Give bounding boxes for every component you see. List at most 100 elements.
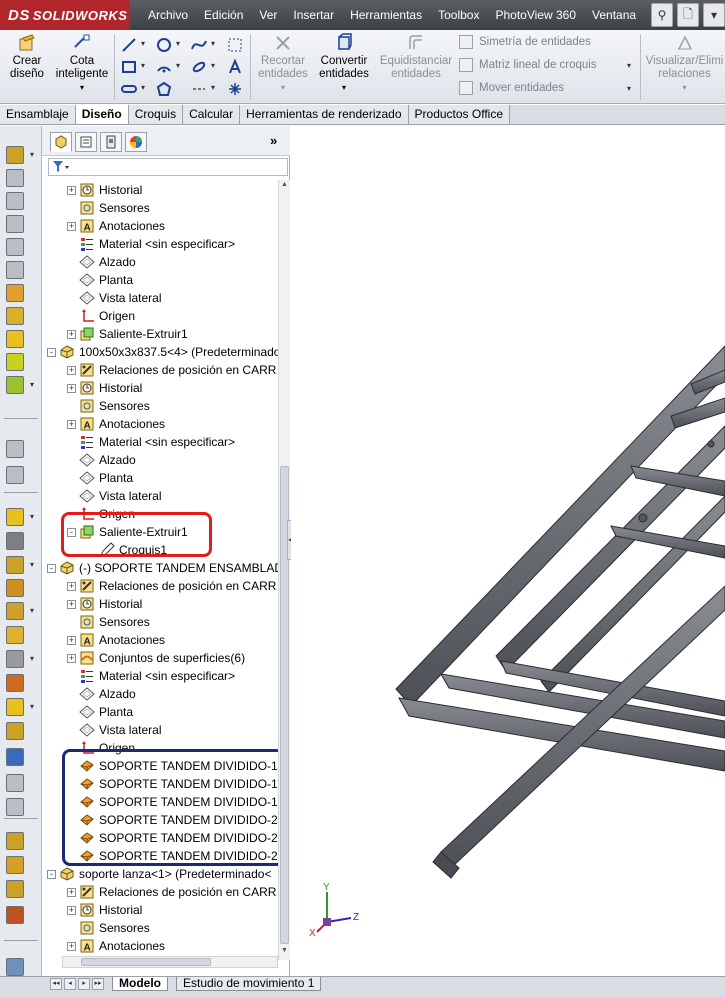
prev-tab-icon[interactable]: ◂ bbox=[64, 978, 76, 990]
tree-row[interactable]: Material <sin especificar> bbox=[67, 235, 235, 253]
physical-simulation-dropdown-arrow[interactable]: ▾ bbox=[30, 654, 34, 663]
performance-evaluation-icon[interactable] bbox=[6, 880, 24, 898]
view-orientation-icon[interactable] bbox=[6, 602, 24, 620]
expand-icon[interactable]: + bbox=[67, 581, 76, 591]
instant3d-dropdown-arrow[interactable]: ▾ bbox=[30, 560, 34, 569]
tree-row[interactable]: Material <sin especificar> bbox=[67, 667, 235, 685]
expand-icon[interactable]: + bbox=[67, 599, 76, 609]
mover-dropdown-arrow[interactable]: ▾ bbox=[627, 84, 631, 93]
graphics-area[interactable]: Y Z X bbox=[291, 126, 725, 976]
collapse-icon[interactable]: - bbox=[47, 869, 56, 879]
tree-row[interactable]: + Relaciones de posición en CARR bbox=[67, 361, 276, 379]
evaluate-icon[interactable] bbox=[6, 722, 24, 740]
tree-row[interactable]: + Historial bbox=[67, 379, 142, 397]
convertir-entidades-button[interactable]: Convertir entidades ▾ bbox=[316, 33, 372, 94]
insert-component-icon[interactable] bbox=[6, 146, 24, 164]
expand-icon[interactable]: + bbox=[67, 941, 76, 951]
tree-row[interactable]: Sensores bbox=[67, 397, 150, 415]
section-properties-icon[interactable] bbox=[6, 798, 24, 816]
tree-row[interactable]: Planta bbox=[67, 469, 133, 487]
tab-herramientas-de-renderizado[interactable]: Herramientas de renderizado bbox=[240, 105, 409, 124]
reference-geometry-icon[interactable] bbox=[6, 307, 24, 325]
tree-row[interactable]: Alzado bbox=[67, 253, 136, 271]
next-tab-icon[interactable]: ▸ bbox=[78, 978, 90, 990]
snapshot-icon[interactable] bbox=[6, 579, 24, 597]
tree-row[interactable]: + Historial bbox=[67, 181, 142, 199]
tree-row[interactable]: + Historial bbox=[67, 901, 142, 919]
new-motion-study-icon[interactable] bbox=[6, 330, 24, 348]
polygon-tool-icon[interactable] bbox=[155, 80, 173, 98]
tab-croquis[interactable]: Croquis bbox=[128, 105, 184, 124]
view-orientation-dropdown-arrow[interactable]: ▾ bbox=[30, 606, 34, 615]
spline-dropdown-arrow[interactable]: ▾ bbox=[211, 39, 215, 48]
rebuild-dropdown-arrow[interactable]: ▾ bbox=[30, 702, 34, 711]
expand-icon[interactable]: + bbox=[67, 383, 76, 393]
tree-row[interactable]: Alzado bbox=[67, 451, 136, 469]
menu-item-photoview-360[interactable]: PhotoView 360 bbox=[487, 0, 584, 30]
physical-simulation-icon[interactable] bbox=[6, 650, 24, 668]
tree-row[interactable]: + A Anotaciones bbox=[67, 631, 165, 649]
tree-row[interactable]: + Saliente-Extruir1 bbox=[67, 325, 188, 343]
rectangle-dropdown-arrow[interactable]: ▾ bbox=[141, 61, 145, 70]
tree-row[interactable]: Origen bbox=[67, 307, 135, 325]
exploded-view-icon[interactable] bbox=[6, 376, 24, 394]
tree-row[interactable]: Vista lateral bbox=[67, 487, 161, 505]
collapse-icon[interactable]: - bbox=[47, 347, 56, 357]
new-document-dropdown-icon[interactable]: ▾ bbox=[703, 3, 725, 27]
slot-dropdown-arrow[interactable]: ▾ bbox=[141, 83, 145, 92]
centerline-tool-icon[interactable] bbox=[190, 80, 208, 98]
instant3d-icon[interactable] bbox=[6, 556, 24, 574]
tab-dise-o[interactable]: Diseño bbox=[75, 105, 129, 124]
scroll-up-arrow[interactable]: ▲ bbox=[279, 181, 290, 193]
menu-item-toolbox[interactable]: Toolbox bbox=[430, 0, 487, 30]
tree-component-node[interactable]: - 100x50x3x837.5<4> (Predeterminado bbox=[47, 343, 278, 361]
clearance-verification-icon[interactable] bbox=[6, 466, 24, 484]
equidistanciar-entidades-button[interactable]: Equidistanciar entidades bbox=[377, 33, 455, 81]
check-icon[interactable] bbox=[6, 832, 24, 850]
sketch-toolbar-icon[interactable] bbox=[6, 958, 24, 976]
exploded-view-dropdown-arrow[interactable]: ▾ bbox=[30, 380, 34, 389]
tree-vertical-scrollbar[interactable]: ▲ ▼ bbox=[278, 180, 290, 960]
interference-detection-icon[interactable] bbox=[6, 440, 24, 458]
text-tool-icon[interactable] bbox=[226, 58, 244, 76]
tree-row[interactable]: + Relaciones de posición en CARR bbox=[67, 577, 276, 595]
feature-filter-field[interactable] bbox=[48, 158, 288, 176]
cota-inteligente-button[interactable]: Cota inteligente ▾ bbox=[52, 33, 112, 94]
visualizar-relaciones-button[interactable]: Visualizar/Elimi relaciones ▾ bbox=[644, 33, 725, 94]
tree-row[interactable]: + Conjuntos de superficies(6) bbox=[67, 649, 245, 667]
matriz-dropdown-arrow[interactable]: ▾ bbox=[627, 61, 631, 70]
expand-icon[interactable]: + bbox=[67, 221, 76, 231]
line-dropdown-arrow[interactable]: ▾ bbox=[141, 39, 145, 48]
circle-dropdown-arrow[interactable]: ▾ bbox=[176, 39, 180, 48]
bill-of-materials-icon[interactable] bbox=[6, 353, 24, 371]
insert-component-dropdown-arrow[interactable]: ▾ bbox=[30, 150, 34, 159]
tree-row[interactable]: Vista lateral bbox=[67, 289, 161, 307]
edit-component-icon[interactable] bbox=[6, 532, 24, 550]
simetria-entidades-button[interactable]: Simetría de entidades bbox=[459, 35, 591, 49]
line-tool-icon[interactable] bbox=[120, 36, 138, 54]
solidworks-logo[interactable]: DS SOLIDWORKS bbox=[0, 0, 130, 30]
tab-calcular[interactable]: Calcular bbox=[183, 105, 241, 124]
arc-dropdown-arrow[interactable]: ▾ bbox=[176, 61, 180, 70]
tree-row[interactable]: Planta bbox=[67, 271, 133, 289]
horizontal-scroll-thumb[interactable] bbox=[81, 958, 211, 966]
tab-estudio-movimiento[interactable]: Estudio de movimiento 1 bbox=[176, 977, 322, 991]
collapse-icon[interactable]: - bbox=[47, 563, 56, 573]
configuration-manager-tab[interactable] bbox=[100, 132, 122, 152]
move-component-icon[interactable] bbox=[6, 238, 24, 256]
new-document-icon[interactable]: 🗋 bbox=[677, 3, 699, 27]
menu-item-herramientas[interactable]: Herramientas bbox=[342, 0, 430, 30]
tree-row[interactable]: + Historial bbox=[67, 595, 142, 613]
rectangle-tool-icon[interactable] bbox=[120, 58, 138, 76]
hide-show-dropdown-arrow[interactable]: ▾ bbox=[30, 512, 34, 521]
tree-row[interactable]: + A Anotaciones bbox=[67, 937, 165, 955]
recortar-entidades-button[interactable]: Recortar entidades ▾ bbox=[255, 33, 311, 94]
expand-icon[interactable]: + bbox=[67, 887, 76, 897]
cota-dropdown-arrow[interactable]: ▾ bbox=[52, 81, 112, 94]
assembly-features-icon[interactable] bbox=[6, 284, 24, 302]
tree-component-node[interactable]: - (-) SOPORTE TANDEM ENSAMBLAD bbox=[47, 559, 278, 577]
tree-row[interactable]: Alzado bbox=[67, 685, 136, 703]
expand-icon[interactable]: + bbox=[67, 905, 76, 915]
tree-row[interactable]: Vista lateral bbox=[67, 721, 161, 739]
tree-row[interactable]: Sensores bbox=[67, 199, 150, 217]
